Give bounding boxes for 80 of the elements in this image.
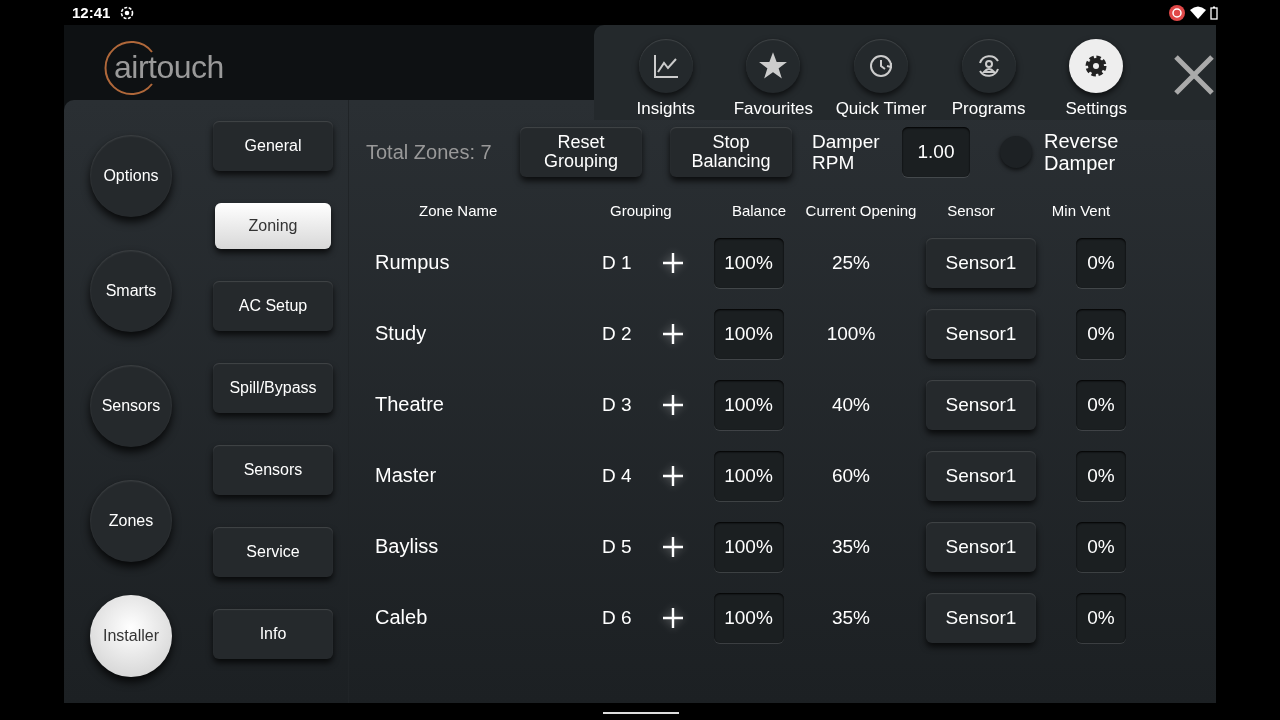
nav-button[interactable]: Settings — [1042, 39, 1150, 119]
side-menu-button[interactable]: Installer — [90, 595, 172, 677]
nav-button[interactable]: Quick Timer — [827, 39, 935, 119]
status-time: 12:41 — [72, 4, 111, 21]
nav-button[interactable]: Insights — [612, 39, 720, 119]
opening-value: 35% — [832, 535, 870, 558]
sensor-button[interactable]: Sensor1 — [926, 379, 1036, 430]
side-menu-button[interactable]: Options — [90, 135, 172, 217]
zone-name: Theatre — [374, 393, 445, 416]
min-vent-field[interactable]: 0% — [1076, 521, 1126, 572]
zone-name: Master — [374, 464, 438, 487]
damper-rpm-label: Damper RPM — [812, 131, 881, 173]
tab-button[interactable]: Service — [213, 527, 333, 577]
group-label: D 4 — [602, 464, 632, 487]
column-header: Grouping — [610, 202, 672, 219]
balance-field[interactable]: 100% — [713, 237, 784, 288]
balance-field[interactable]: 100% — [713, 592, 784, 643]
tab-button[interactable]: Zoning — [215, 203, 331, 249]
target-icon — [120, 5, 135, 20]
group-label: D 3 — [602, 393, 632, 416]
tab-button[interactable]: General — [213, 121, 333, 171]
group-label: D 5 — [602, 535, 632, 558]
min-vent-field[interactable]: 0% — [1076, 308, 1126, 359]
opening-value: 35% — [832, 606, 870, 629]
plus-button[interactable] — [661, 393, 684, 416]
sensor-button[interactable]: Sensor1 — [926, 521, 1036, 572]
column-header: Balance — [731, 202, 787, 219]
group-label: D 1 — [602, 251, 632, 274]
logo: airtouch — [104, 39, 224, 96]
side-menu-button[interactable]: Smarts — [90, 250, 172, 332]
nav-button[interactable]: Favourites — [719, 39, 828, 119]
column-header: Min Vent — [1051, 202, 1111, 219]
stop-balancing-button[interactable]: Stop Balancing — [670, 127, 792, 177]
sensor-button[interactable]: Sensor1 — [926, 237, 1036, 288]
reset-grouping-button[interactable]: Reset Grouping — [520, 127, 642, 177]
nav-button[interactable]: Programs — [934, 39, 1043, 119]
side-menu-button[interactable]: Zones — [90, 480, 172, 562]
sensor-button[interactable]: Sensor1 — [926, 592, 1036, 643]
zone-name: Rumpus — [374, 251, 451, 274]
zone-name: Study — [374, 322, 428, 345]
record-icon — [1168, 3, 1186, 22]
reverse-damper-label: Reverse Damper — [1044, 130, 1120, 174]
opening-value: 40% — [832, 393, 870, 416]
battery-icon — [1210, 5, 1218, 20]
opening-value: 100% — [826, 322, 876, 345]
zone-name: Bayliss — [374, 535, 440, 558]
tab-button[interactable]: Sensors — [213, 445, 333, 495]
tab-button[interactable]: Spill/Bypass — [213, 363, 333, 413]
balance-field[interactable]: 100% — [713, 521, 784, 572]
group-label: D 2 — [602, 322, 632, 345]
tab-button[interactable]: Info — [213, 609, 333, 659]
total-zones: Total Zones: 7 — [366, 140, 493, 164]
reverse-damper-toggle[interactable] — [1000, 136, 1032, 168]
plus-button[interactable] — [661, 464, 684, 487]
column-header: Sensor — [947, 202, 995, 219]
zone-name: Caleb — [374, 606, 429, 629]
balance-field[interactable]: 100% — [713, 379, 784, 430]
sensor-button[interactable]: Sensor1 — [926, 450, 1036, 501]
min-vent-field[interactable]: 0% — [1076, 450, 1126, 501]
plus-button[interactable] — [661, 251, 684, 274]
balance-field[interactable]: 100% — [713, 308, 784, 359]
wifi-icon — [1190, 5, 1206, 20]
min-vent-field[interactable]: 0% — [1076, 592, 1126, 643]
balance-field[interactable]: 100% — [713, 450, 784, 501]
min-vent-field[interactable]: 0% — [1076, 237, 1126, 288]
plus-button[interactable] — [661, 606, 684, 629]
tab-button[interactable]: AC Setup — [213, 281, 333, 331]
plus-button[interactable] — [661, 322, 684, 345]
side-menu-button[interactable]: Sensors — [90, 365, 172, 447]
damper-rpm-field[interactable]: 1.00 — [902, 127, 970, 177]
opening-value: 25% — [832, 251, 870, 274]
column-header: Zone Name — [419, 202, 498, 219]
close-button[interactable] — [1171, 53, 1216, 97]
plus-button[interactable] — [661, 535, 684, 558]
column-header: Current Opening — [805, 202, 917, 219]
sensor-button[interactable]: Sensor1 — [926, 308, 1036, 359]
star-icon — [758, 51, 789, 81]
opening-value: 60% — [832, 464, 870, 487]
min-vent-field[interactable]: 0% — [1076, 379, 1126, 430]
group-label: D 6 — [602, 606, 632, 629]
